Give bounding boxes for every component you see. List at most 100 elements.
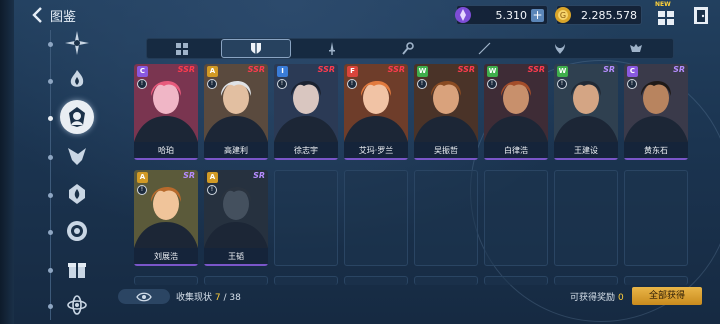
view-toggle-button[interactable]: [118, 289, 170, 304]
character-name: 高建利: [204, 142, 268, 160]
element-icon: A: [137, 172, 148, 183]
sidebar-dot: [48, 193, 53, 198]
hero-emblem-icon: [69, 107, 85, 127]
sidebar-item-wing[interactable]: [62, 141, 92, 171]
sidebar-track: [50, 30, 51, 320]
character-card[interactable]: C! SR 黄东石: [624, 64, 688, 160]
back-button[interactable]: [30, 6, 46, 24]
drop-shield-icon: [69, 184, 85, 204]
element-icon: F: [347, 66, 358, 77]
new-badge: NEW: [655, 1, 671, 8]
rarity-badge: SSR: [527, 65, 545, 74]
empty-slot: [554, 170, 618, 266]
character-name: 徐志宇: [274, 142, 338, 160]
compass-star-icon: [65, 31, 89, 55]
tab-horn[interactable]: [525, 39, 595, 58]
character-card[interactable]: W! SSR 吴振哲: [414, 64, 478, 160]
character-card[interactable]: A! SSR 高建利: [204, 64, 268, 160]
exit-button[interactable]: [690, 4, 712, 26]
equip-slot-icon: !: [207, 79, 217, 89]
sidebar-dot: [48, 42, 53, 47]
character-card[interactable]: A! SR 王韬: [204, 170, 268, 266]
rarity-badge: SSR: [177, 65, 195, 74]
coins-counter: G 2.285.578: [555, 5, 642, 25]
tab-sword[interactable]: [297, 39, 367, 58]
wing-icon: [68, 148, 86, 165]
sidebar-item-target[interactable]: [62, 216, 92, 246]
character-card[interactable]: F! SSR 艾玛·罗兰: [344, 64, 408, 160]
empty-slot: [414, 170, 478, 266]
element-icon: A: [207, 66, 218, 77]
sidebar-dot: [48, 79, 53, 84]
rarity-badge: SSR: [317, 65, 335, 74]
character-name: 王建设: [554, 142, 618, 160]
equip-slot-icon: !: [207, 185, 217, 195]
beast-icon: [630, 44, 642, 52]
equip-slot-icon: !: [347, 79, 357, 89]
sidebar-dot: [48, 268, 53, 273]
equip-slot-icon: !: [417, 79, 427, 89]
character-name: 白律浩: [484, 142, 548, 160]
rarity-badge: SR: [183, 171, 195, 180]
gems-counter: 5.310 +: [455, 5, 548, 25]
tab-beast[interactable]: [601, 39, 671, 58]
empty-slot: [624, 170, 688, 266]
reward-label: 可获得奖励: [570, 293, 616, 303]
collection-status: 收集现状 7 / 38: [176, 290, 241, 303]
character-name: 黄东石: [624, 142, 688, 160]
screen-edge: [0, 0, 14, 324]
equip-slot-icon: !: [627, 79, 637, 89]
character-name: 吴振哲: [414, 142, 478, 160]
chevron-left-icon: [32, 7, 42, 23]
tab-staff[interactable]: [373, 39, 443, 58]
claim-all-button[interactable]: 全部获得: [632, 287, 702, 305]
sidebar-dot: [48, 230, 53, 235]
tab-shield[interactable]: [221, 39, 291, 58]
gems-value: 5.310: [495, 8, 528, 22]
empty-slot: [344, 170, 408, 266]
sidebar-item-gift[interactable]: [62, 254, 92, 284]
grid-icon: [176, 42, 188, 55]
sidebar-item-flame[interactable]: [62, 65, 92, 95]
tab-all[interactable]: [147, 39, 217, 58]
sword-icon: [329, 42, 335, 55]
character-card[interactable]: C! SSR 哈珀: [134, 64, 198, 160]
target-gear-icon: [67, 221, 87, 241]
blade-icon: [478, 42, 490, 55]
horn-icon: [555, 44, 565, 54]
character-card[interactable]: A! SR 刘展浩: [134, 170, 198, 266]
tab-blade[interactable]: [449, 39, 519, 58]
character-card[interactable]: W! SR 王建设: [554, 64, 618, 160]
menu-grid-button[interactable]: NEW: [655, 1, 677, 26]
rarity-badge: SR: [673, 65, 685, 74]
staff-icon: [401, 42, 414, 55]
sidebar-item-leaf[interactable]: [62, 179, 92, 209]
collection-label: 收集现状: [176, 293, 213, 303]
element-icon: W: [487, 66, 498, 77]
add-gems-button[interactable]: +: [531, 8, 544, 22]
equip-slot-icon: !: [137, 79, 147, 89]
character-card[interactable]: W! SSR 白律浩: [484, 64, 548, 160]
rarity-badge: SSR: [387, 65, 405, 74]
character-card[interactable]: I! SSR 徐志宇: [274, 64, 338, 160]
reward-count: 0: [618, 293, 624, 303]
empty-slot: [484, 170, 548, 266]
equip-slot-icon: !: [487, 79, 497, 89]
element-icon: C: [137, 66, 148, 77]
door-icon: [694, 7, 708, 24]
collection-total: / 38: [223, 293, 241, 303]
sidebar-item-atom[interactable]: [62, 290, 92, 320]
sidebar-dot: [48, 155, 53, 160]
flame-crest-icon: [70, 70, 84, 87]
sidebar-dot-active: [48, 116, 53, 121]
sidebar-item-star[interactable]: [62, 28, 92, 58]
element-icon: C: [627, 66, 638, 77]
element-icon: I: [277, 66, 288, 77]
element-icon: A: [207, 172, 218, 183]
svg-text:G: G: [560, 11, 566, 20]
collection-current: 7: [214, 293, 221, 303]
rarity-badge: SR: [253, 171, 265, 180]
sidebar-item-hero-active[interactable]: [60, 100, 94, 134]
rarity-badge: SSR: [457, 65, 475, 74]
equip-slot-icon: !: [277, 79, 287, 89]
